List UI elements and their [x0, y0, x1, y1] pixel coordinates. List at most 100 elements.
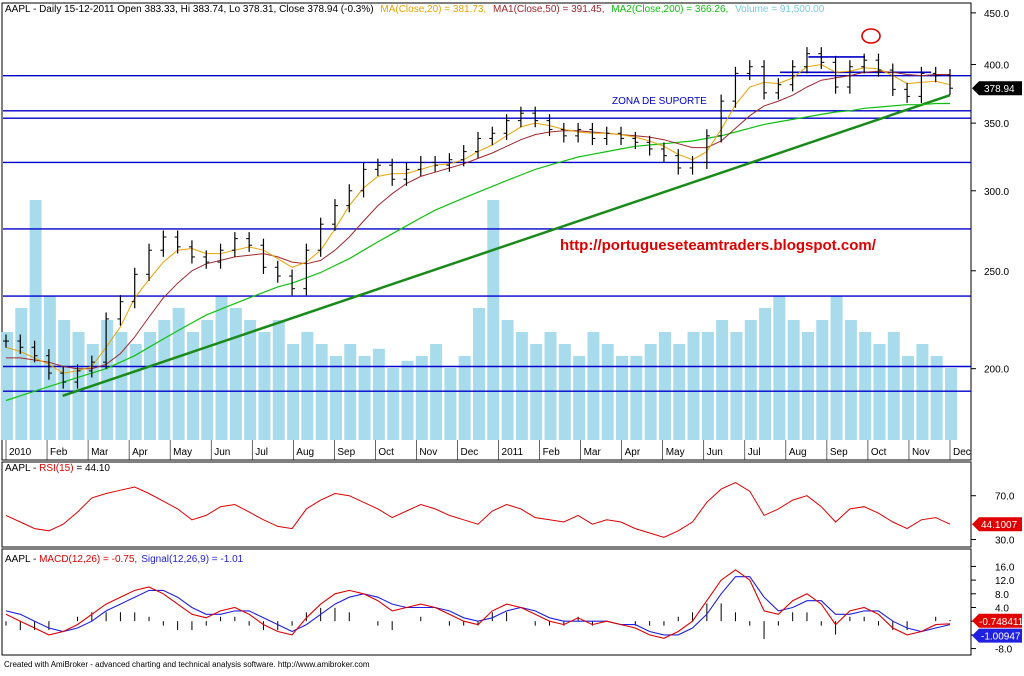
rsi-last-label: 44.1007 — [981, 520, 1018, 531]
month-label: Feb — [543, 447, 561, 458]
volume-bar — [272, 320, 285, 440]
rsi-tick-label: 30.0 — [995, 536, 1015, 547]
symbol-line: AAPL - Daily 15-12-2011 Open 383.33, Hi … — [5, 4, 374, 15]
volume-bar — [701, 332, 714, 440]
volume-bar — [458, 356, 471, 440]
support-zone-label: ZONA DE SUPORTE — [612, 96, 707, 107]
volume-bar — [930, 356, 943, 440]
volume-bar — [301, 332, 314, 440]
signal-last-label: -1.00947 — [981, 632, 1021, 643]
volume-label: Volume = 91,500.00 — [735, 4, 825, 15]
volume-bar — [573, 356, 586, 440]
month-label: Aug — [789, 447, 807, 458]
volume-bar — [287, 344, 300, 440]
volume-bar — [72, 332, 85, 440]
volume-bar — [916, 344, 929, 440]
price-tick-label: 400.0 — [984, 61, 1009, 72]
ma200-label: MA2(Close,200) = 366.26, — [611, 4, 728, 15]
price-tick-label: 350.0 — [984, 119, 1009, 130]
rsi-header: AAPL - RSI(15) = 44.10 — [5, 463, 110, 474]
month-label: May — [666, 447, 685, 458]
price-header: AAPL - Daily 15-12-2011 Open 383.33, Hi … — [5, 4, 825, 15]
volume-bar — [415, 356, 428, 440]
volume-bar — [515, 332, 528, 440]
month-label: Mar — [584, 447, 602, 458]
volume-bar — [773, 296, 786, 440]
macd-header: AAPL - MACD(12,26) = -0.75, Signal(12,26,… — [5, 554, 244, 565]
volume-bar — [844, 320, 857, 440]
month-label: Jun — [707, 447, 723, 458]
volume-bar — [801, 332, 814, 440]
month-label: Jun — [214, 447, 230, 458]
volume-bar — [344, 344, 357, 440]
rsi-panel — [1, 461, 972, 548]
footer-credit: Created with AmiBroker - advanced charti… — [4, 660, 370, 669]
macd-tick-label: 12.0 — [995, 576, 1015, 587]
volume-bar — [716, 320, 729, 440]
month-label: 2011 — [502, 447, 524, 458]
volume-bar — [530, 344, 543, 440]
volume-bar — [387, 368, 400, 440]
amibroker-chart: 450.0 400.0 350.0 300.0 250.0 200.0 2010 Feb Mar… — [0, 0, 1024, 671]
month-label: Sep — [337, 447, 355, 458]
volume-bar — [29, 200, 42, 440]
volume-bar — [687, 332, 700, 440]
volume-bar — [86, 344, 99, 440]
volume-bar — [473, 308, 485, 440]
volume-bar — [258, 332, 271, 440]
volume-bar — [129, 344, 142, 440]
month-label: Jul — [748, 447, 761, 458]
price-tick-label: 300.0 — [984, 187, 1009, 198]
volume-bar — [902, 356, 915, 440]
macd-label: MACD(12,26) = -0.75, — [39, 554, 137, 565]
volume-bar — [1, 332, 13, 440]
volume-bar — [201, 320, 214, 440]
volume-bar — [444, 368, 457, 440]
volume-bar — [558, 344, 571, 440]
ma50-label: MA1(Close,50) = 391.45, — [493, 4, 604, 15]
macd-last-label: -0.748411 — [979, 617, 1024, 628]
month-label: Apr — [132, 447, 148, 458]
price-tick-label: 200.0 — [984, 365, 1009, 376]
volume-bar — [358, 356, 371, 440]
price-tick-label: 250.0 — [984, 267, 1009, 278]
signal-label: Signal(12,26,9) = -1.01 — [141, 554, 243, 565]
ma20-label: MA(Close,20) = 381.73, — [380, 4, 486, 15]
volume-bar — [186, 332, 199, 440]
last-price-label: 378.94 — [984, 84, 1015, 95]
month-label: Apr — [625, 447, 641, 458]
volume-bar — [873, 344, 886, 440]
volume-bar — [673, 344, 686, 440]
volume-bar — [816, 320, 829, 440]
volume-bar — [401, 360, 414, 440]
month-label: 2010 — [9, 447, 32, 458]
blog-url: http://portugueseteamtraders.blogspot.co… — [560, 237, 877, 254]
volume-bar — [644, 344, 657, 440]
volume-bar — [430, 344, 443, 440]
volume-bar — [945, 368, 957, 440]
volume-bar — [630, 356, 643, 440]
volume-bar — [229, 308, 242, 440]
volume-bar — [658, 332, 671, 440]
month-label: Mar — [91, 447, 109, 458]
month-label: Oct — [871, 447, 887, 458]
month-label: Jul — [255, 447, 268, 458]
volume-bar — [830, 296, 843, 440]
volume-bar — [244, 320, 257, 440]
volume-bar — [887, 332, 900, 440]
volume-bar — [315, 344, 328, 440]
volume-bar — [587, 332, 600, 440]
volume-bar — [372, 348, 385, 440]
month-label: Oct — [378, 447, 394, 458]
volume-bar — [730, 332, 743, 440]
month-label: Dec — [460, 447, 478, 458]
month-label: Nov — [912, 447, 930, 458]
month-label: Sep — [830, 447, 848, 458]
price-tick-label: 450.0 — [984, 9, 1009, 20]
month-label: Nov — [419, 447, 437, 458]
month-label: Dec — [953, 447, 971, 458]
volume-bar — [15, 308, 28, 440]
volume-bar — [759, 308, 772, 440]
volume-bar — [616, 356, 629, 440]
macd-tick-label: -8.0 — [995, 645, 1013, 656]
